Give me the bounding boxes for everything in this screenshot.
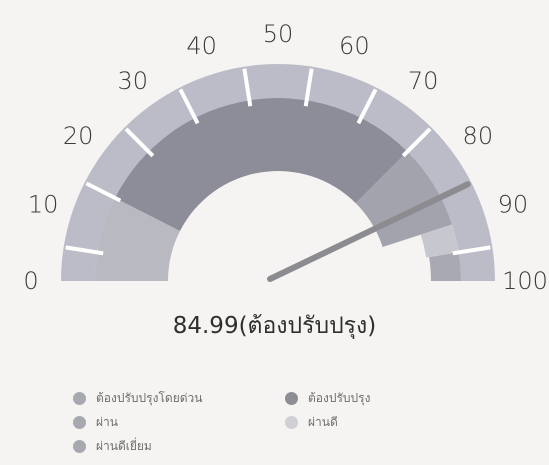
legend-swatch-improve <box>285 392 298 405</box>
legend-item-pass: ผ่าน <box>73 413 118 432</box>
legend-item-good: ผ่านดี <box>285 413 338 432</box>
gauge-tick-label: 100 <box>502 267 548 295</box>
gauge-tick-label: 80 <box>463 122 494 150</box>
gauge-band-4 <box>429 252 461 281</box>
legend-swatch-urgent <box>73 392 86 405</box>
gauge-tick-label: 10 <box>28 191 59 219</box>
legend-item-excellent: ผ่านดีเยี่ยม <box>73 437 152 456</box>
legend-label-urgent: ต้องปรับปรุงโดยด่วน <box>96 391 203 405</box>
gauge-tick-label: 0 <box>23 267 38 295</box>
gauge-tick-label: 90 <box>498 191 529 219</box>
legend-item-urgent: ต้องปรับปรุงโดยด่วน <box>73 389 202 408</box>
gauge-value-label: 84.99(ต้องปรับปรุง) <box>172 313 377 339</box>
gauge-tick-label: 60 <box>339 32 370 60</box>
gauge-chart: 0 10 20 30 40 50 60 70 80 90 100 <box>23 20 548 295</box>
legend-label-good: ผ่านดี <box>308 415 338 429</box>
legend-item-improve: ต้องปรับปรุง <box>285 389 370 408</box>
legend-label-pass: ผ่าน <box>96 415 118 429</box>
legend-label-excellent: ผ่านดีเยี่ยม <box>96 439 152 453</box>
legend-swatch-pass <box>73 416 86 429</box>
legend-label-improve: ต้องปรับปรุง <box>308 391 371 405</box>
gauge-tick-label: 40 <box>186 32 217 60</box>
legend: ต้องปรับปรุงโดยด่วน ต้องปรับปรุง ผ่าน ผ่… <box>73 389 473 459</box>
legend-swatch-good <box>285 416 298 429</box>
legend-swatch-excellent <box>73 440 86 453</box>
gauge-tick-label: 70 <box>408 67 439 95</box>
gauge-tick-label: 30 <box>118 67 149 95</box>
gauge-tick-label: 20 <box>63 122 94 150</box>
gauge-tick-label: 50 <box>263 20 294 48</box>
